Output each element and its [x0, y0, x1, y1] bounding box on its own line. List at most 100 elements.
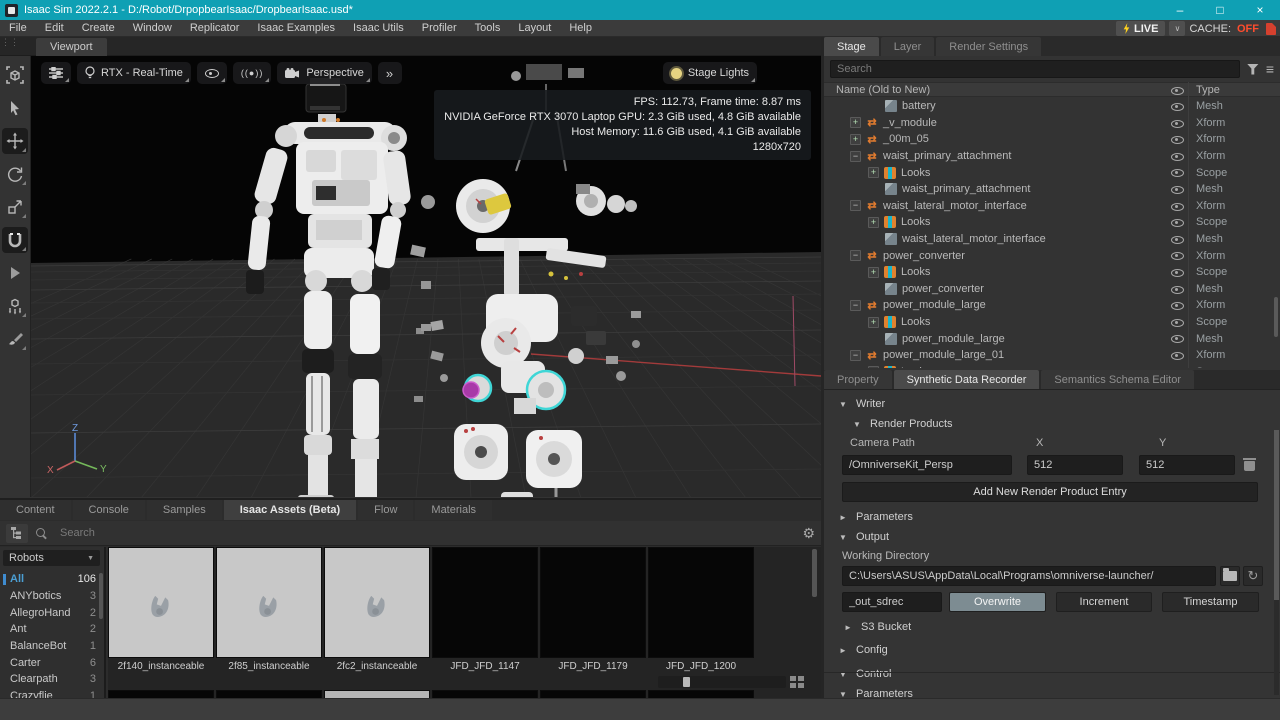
category-allegrohand[interactable]: AllegroHand2 [0, 604, 104, 621]
tree-row[interactable]: +LooksScope [824, 314, 1280, 331]
cache-doc-icon[interactable] [1266, 23, 1276, 35]
dock-handle[interactable]: ⋮⋮ [1, 39, 7, 53]
menu-item-window[interactable]: Window [124, 22, 181, 34]
expand-toggle[interactable]: + [868, 167, 879, 178]
tab-synthetic-data-recorder[interactable]: Synthetic Data Recorder [894, 370, 1040, 389]
menu-item-edit[interactable]: Edit [36, 22, 73, 34]
expand-toggle[interactable]: − [850, 250, 861, 261]
refresh-button[interactable]: ↻ [1243, 566, 1263, 586]
stage-tree-header[interactable]: Name (Old to New) Type [824, 82, 1280, 97]
stage-lights-button[interactable]: Stage Lights [663, 62, 757, 84]
sdr-scrollbar-thumb[interactable] [1274, 430, 1279, 600]
tree-row[interactable]: power_module_largeMesh [824, 330, 1280, 347]
grid-view-icon[interactable] [790, 676, 804, 688]
asset-item-jfd-jfd-1147[interactable]: JFD_JFD_1147 [432, 547, 538, 672]
tree-row[interactable]: −⇄power_converterXform [824, 247, 1280, 264]
assets-search-input[interactable] [54, 524, 794, 542]
menu-item-replicator[interactable]: Replicator [181, 22, 249, 34]
expand-toggle[interactable]: − [850, 300, 861, 311]
viewport-canvas[interactable]: RTX - Real-Time ((●)) Perspective » Stag [31, 56, 821, 497]
select-cursor-icon[interactable] [2, 95, 28, 121]
column-name[interactable]: Name (Old to New) [836, 84, 930, 96]
visibility-eye-icon[interactable] [1171, 200, 1184, 213]
filter-funnel-icon[interactable] [1247, 64, 1259, 75]
tab-console[interactable]: Console [73, 500, 145, 520]
tree-row[interactable]: −⇄waist_primary_attachmentXform [824, 148, 1280, 165]
visibility-eye-icon[interactable] [1171, 316, 1184, 329]
title-bar[interactable]: Isaac Sim 2022.2.1 - D:/Robot/DrpopbearI… [0, 0, 1280, 20]
tree-row[interactable]: −⇄power_module_largeXform [824, 297, 1280, 314]
category-ant[interactable]: Ant2 [0, 621, 104, 638]
menu-item-create[interactable]: Create [73, 22, 124, 34]
asset-item-jfd-jfd-1179[interactable]: JFD_JFD_1179 [540, 547, 646, 672]
tree-row[interactable]: +LooksScope [824, 164, 1280, 181]
tab-render-settings[interactable]: Render Settings [936, 37, 1041, 56]
live-dropdown-button[interactable]: ∨ [1169, 21, 1185, 36]
menu-item-tools[interactable]: Tools [466, 22, 510, 34]
rotate-tool-icon[interactable] [2, 161, 28, 187]
category-crazyflie[interactable]: Crazyflie1 [0, 688, 104, 698]
menu-item-layout[interactable]: Layout [509, 22, 560, 34]
expand-toggle[interactable]: − [850, 350, 861, 361]
visibility-eye-icon[interactable] [1171, 332, 1184, 345]
control-section-header[interactable]: ▼ Control [824, 664, 1280, 684]
asset-thumbnail[interactable] [216, 547, 322, 658]
menu-item-help[interactable]: Help [560, 22, 601, 34]
paint-brush-icon[interactable] [2, 326, 28, 352]
visibility-eye-icon[interactable] [1171, 183, 1184, 196]
expand-toggle[interactable]: + [850, 134, 861, 145]
tree-row[interactable]: −⇄waist_lateral_motor_interfaceXform [824, 198, 1280, 215]
category-carter[interactable]: Carter6 [0, 654, 104, 671]
visibility-eye-icon[interactable] [1171, 249, 1184, 262]
live-sync-button[interactable]: LIVE [1116, 21, 1165, 36]
asset-thumbnail-partial[interactable] [540, 690, 646, 698]
tab-property[interactable]: Property [824, 370, 892, 389]
renderer-button[interactable]: RTX - Real-Time [77, 62, 191, 84]
tree-row[interactable]: +⇄_v_moduleXform [824, 115, 1280, 132]
writer-section-header[interactable]: ▼ Writer [824, 394, 1280, 414]
thumbnail-size-slider[interactable] [658, 676, 786, 688]
menu-item-file[interactable]: File [0, 22, 36, 34]
expand-toggle[interactable]: − [850, 151, 861, 162]
tab-content[interactable]: Content [0, 500, 71, 520]
render-products-section-header[interactable]: ▼ Render Products [824, 414, 1280, 434]
visibility-eye-icon[interactable] [1171, 150, 1184, 163]
minimize-button[interactable]: – [1160, 0, 1200, 20]
expand-toggle[interactable]: + [868, 366, 879, 368]
tab-isaac-assets-beta[interactable]: Isaac Assets (Beta) [224, 500, 356, 520]
expand-toggle[interactable]: + [868, 217, 879, 228]
control-parameters-section-header[interactable]: ▼ Parameters [824, 684, 1280, 698]
slider-thumb[interactable] [683, 677, 690, 687]
working-directory-input[interactable] [842, 566, 1216, 586]
column-visibility-eye-icon[interactable] [1171, 84, 1184, 97]
asset-thumbnail-partial[interactable] [108, 690, 214, 698]
menu-item-isaac-utils[interactable]: Isaac Utils [344, 22, 413, 34]
asset-thumbnail[interactable] [540, 547, 646, 658]
close-button[interactable]: × [1240, 0, 1280, 20]
add-render-product-button[interactable]: Add New Render Product Entry [842, 482, 1258, 502]
config-section-header[interactable]: ► Config [824, 640, 1280, 660]
thumbnails-scrollbar[interactable] [812, 549, 817, 597]
frame-select-icon[interactable] [2, 62, 28, 88]
visibility-eye-icon[interactable] [1171, 166, 1184, 179]
visibility-eye-icon[interactable] [1171, 349, 1184, 362]
stage-tree-scrollbar[interactable] [1274, 297, 1278, 337]
tree-row[interactable]: +LooksScope [824, 214, 1280, 231]
tree-row[interactable]: +LooksScope [824, 264, 1280, 281]
asset-thumbnail-partial[interactable] [432, 690, 538, 698]
output-section-header[interactable]: ▼ Output [824, 527, 1280, 547]
tree-row[interactable]: batteryMesh [824, 98, 1280, 115]
visibility-eye-icon[interactable] [1171, 366, 1184, 369]
mode-button-timestamp[interactable]: Timestamp [1162, 592, 1259, 612]
category-clearpath[interactable]: Clearpath3 [0, 671, 104, 688]
visibility-button[interactable] [197, 62, 227, 84]
asset-item-2f85-instanceable[interactable]: 2f85_instanceable [216, 547, 322, 672]
tab-materials[interactable]: Materials [415, 500, 492, 520]
tab-flow[interactable]: Flow [358, 500, 413, 520]
tab-samples[interactable]: Samples [147, 500, 222, 520]
snap-magnet-icon[interactable] [2, 227, 28, 253]
visibility-eye-icon[interactable] [1171, 117, 1184, 130]
tree-row[interactable]: waist_primary_attachmentMesh [824, 181, 1280, 198]
mode-button-increment[interactable]: Increment [1056, 592, 1152, 612]
category-anybotics[interactable]: ANYbotics3 [0, 588, 104, 605]
